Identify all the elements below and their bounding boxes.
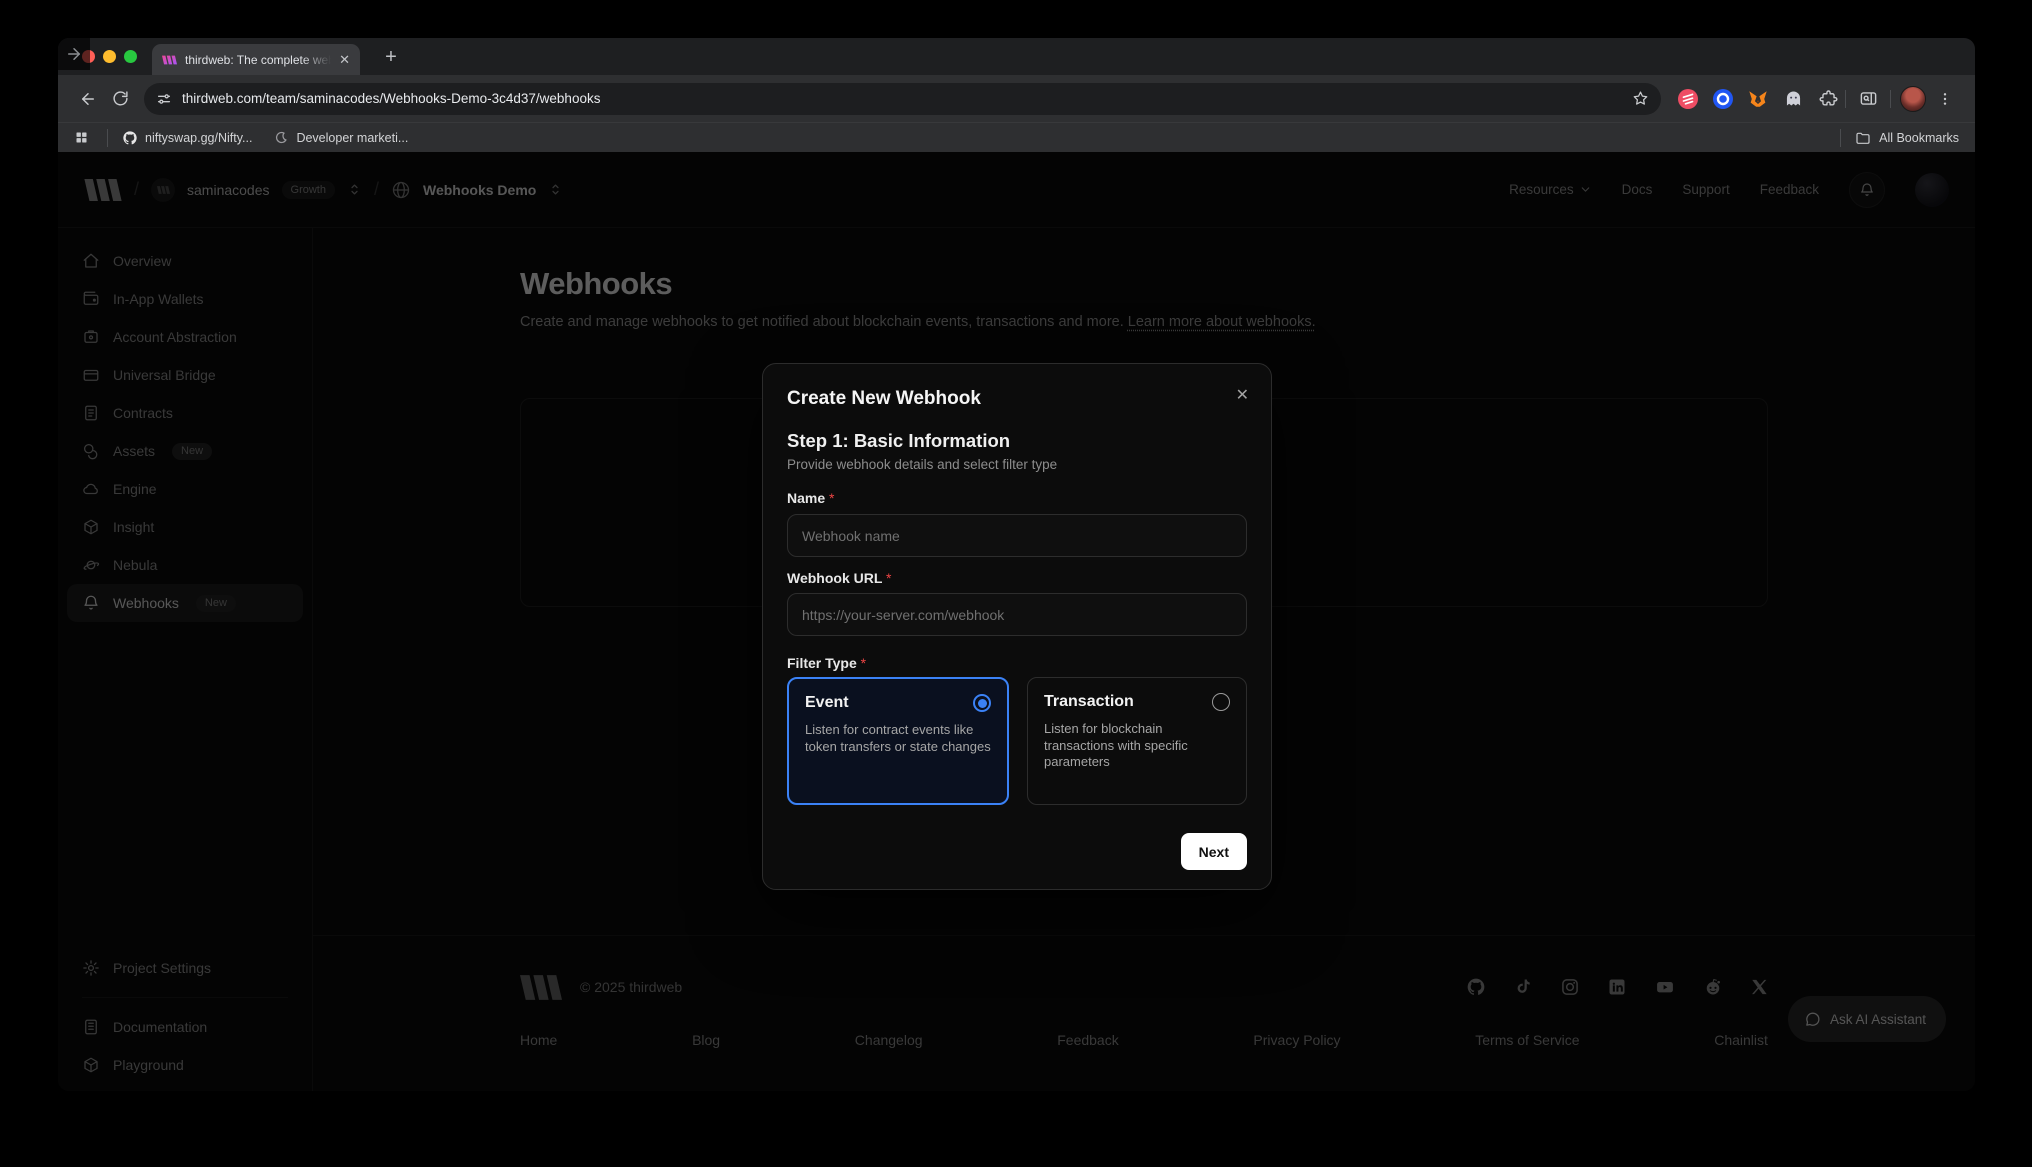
- filter-option-event[interactable]: Event Listen for contract events like to…: [787, 677, 1009, 805]
- side-panel-search-icon[interactable]: [1852, 83, 1884, 115]
- all-bookmarks-label: All Bookmarks: [1879, 131, 1959, 145]
- reload-icon[interactable]: [104, 83, 136, 115]
- extension-red-wallet-icon[interactable]: [1677, 88, 1699, 110]
- browser-window: thirdweb: The complete web3 ✕ + thirdweb…: [58, 38, 1975, 1091]
- step-title: Step 1: Basic Information: [787, 430, 1010, 452]
- traffic-lights: [82, 50, 137, 63]
- next-button[interactable]: Next: [1181, 833, 1247, 870]
- extension-phantom-icon[interactable]: [1782, 88, 1804, 110]
- filter-option-transaction[interactable]: Transaction Listen for blockchain transa…: [1027, 677, 1247, 805]
- screenshot-canvas: thirdweb: The complete web3 ✕ + thirdweb…: [0, 0, 2032, 1167]
- tab-close-icon[interactable]: ✕: [339, 53, 350, 66]
- webpage: / saminacodes Growth / Webhooks Demo: [58, 152, 1975, 1091]
- required-asterisk: *: [829, 490, 834, 506]
- back-icon[interactable]: [72, 83, 104, 115]
- tab-strip: thirdweb: The complete web3 ✕ +: [58, 38, 1975, 75]
- bookmark-item[interactable]: niftyswap.gg/Nifty...: [122, 130, 252, 146]
- github-icon: [122, 130, 138, 146]
- name-label: Name *: [787, 490, 834, 506]
- toolbar-separator: [1890, 90, 1891, 108]
- extensions-puzzle-icon[interactable]: [1817, 88, 1839, 110]
- browser-toolbar: thirdweb.com/team/saminacodes/Webhooks-D…: [58, 75, 1975, 122]
- bookmark-star-icon[interactable]: [1632, 90, 1649, 107]
- filter-type-label: Filter Type *: [787, 655, 866, 671]
- step-subtitle: Provide webhook details and select filte…: [787, 457, 1057, 472]
- required-asterisk: *: [861, 655, 866, 671]
- site-settings-icon[interactable]: [156, 91, 172, 107]
- bookmarks-separator: [107, 129, 108, 147]
- bookmarks-bar: niftyswap.gg/Nifty... Developer marketi.…: [58, 122, 1975, 152]
- close-icon[interactable]: ✕: [1236, 388, 1249, 404]
- filter-type-options: Event Listen for contract events like to…: [787, 677, 1247, 805]
- option-title: Event: [805, 694, 849, 712]
- browser-profile-avatar[interactable]: [1897, 83, 1929, 115]
- webhook-url-input[interactable]: [787, 593, 1247, 636]
- bookmark-label: niftyswap.gg/Nifty...: [145, 131, 252, 145]
- extension-coinbase-icon[interactable]: [1712, 88, 1734, 110]
- bookmarks-separator: [1840, 129, 1841, 147]
- url-text: thirdweb.com/team/saminacodes/Webhooks-D…: [182, 91, 1632, 106]
- extension-metamask-icon[interactable]: [1747, 88, 1769, 110]
- tab-favicon-thirdweb-icon: [162, 55, 177, 65]
- folder-icon: [1855, 130, 1871, 146]
- required-asterisk: *: [886, 570, 891, 586]
- tab-title: thirdweb: The complete web3: [185, 53, 331, 67]
- apps-grid-icon[interactable]: [74, 130, 89, 145]
- zoom-window-button[interactable]: [124, 50, 137, 63]
- radio-selected-icon[interactable]: [973, 694, 991, 712]
- radio-unselected-icon[interactable]: [1212, 693, 1230, 711]
- create-webhook-modal: Create New Webhook ✕ Step 1: Basic Infor…: [762, 363, 1272, 890]
- option-description: Listen for blockchain transactions with …: [1044, 721, 1230, 771]
- webhook-name-input[interactable]: [787, 514, 1247, 557]
- extension-icons: [1677, 88, 1839, 110]
- address-bar[interactable]: thirdweb.com/team/saminacodes/Webhooks-D…: [144, 83, 1661, 115]
- webhook-url-label: Webhook URL *: [787, 570, 892, 586]
- modal-title: Create New Webhook: [787, 388, 981, 410]
- minimize-window-button[interactable]: [103, 50, 116, 63]
- new-tab-button[interactable]: +: [376, 42, 406, 72]
- browser-tab[interactable]: thirdweb: The complete web3 ✕: [152, 44, 360, 75]
- forward-icon[interactable]: [58, 38, 90, 70]
- toolbar-separator: [1845, 90, 1846, 108]
- bookmark-label: Developer marketi...: [296, 131, 408, 145]
- option-title: Transaction: [1044, 693, 1134, 711]
- option-description: Listen for contract events like token tr…: [805, 722, 991, 755]
- all-bookmarks[interactable]: All Bookmarks: [1834, 129, 1959, 147]
- crescent-icon: [274, 130, 289, 145]
- bookmark-item[interactable]: Developer marketi...: [274, 130, 408, 145]
- chrome-menu-icon[interactable]: [1929, 83, 1961, 115]
- profile-avatar-image: [1900, 86, 1926, 112]
